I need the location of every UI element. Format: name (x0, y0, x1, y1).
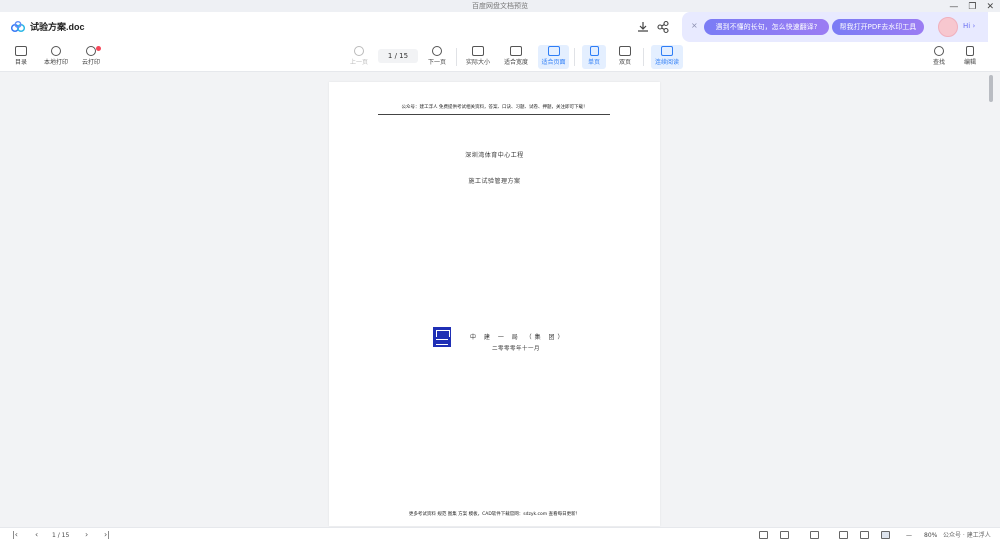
double-page-button[interactable]: 双页 (612, 45, 638, 69)
fit-width-icon (510, 46, 522, 56)
arrow-left-icon (354, 46, 364, 56)
assistant-greeting[interactable]: Hi › (963, 22, 975, 30)
edit-button[interactable]: 编辑 (956, 45, 984, 69)
search-button[interactable]: 查找 (925, 45, 953, 69)
plan-title: 施工试验管理方案 (468, 178, 521, 185)
next-page-button[interactable]: 下一页 (423, 45, 451, 69)
vertical-scrollbar[interactable] (988, 72, 1000, 526)
translate-suggestion-button[interactable]: 遇到不懂的长句，怎么快速翻译? (704, 19, 829, 35)
continuous-read-button[interactable]: 连续阅读 (651, 45, 683, 69)
pencil-icon (966, 46, 974, 56)
page-number-input[interactable]: 1 / 15 (378, 49, 418, 63)
toc-icon (15, 46, 27, 56)
main-toolbar: 目录 本地打印 云打印 上一页 下一页 实际大小 适合宽度 适合页面 单页 双页… (0, 42, 1000, 72)
double-view-icon[interactable] (780, 531, 789, 539)
zoom-out-icon[interactable]: — (906, 531, 912, 540)
local-print-label: 本地打印 (43, 59, 68, 66)
fit-width-button[interactable]: 适合宽度 (502, 45, 530, 69)
next-page-icon[interactable]: › (85, 530, 88, 540)
single-page-icon (589, 46, 599, 56)
actual-size-button[interactable]: 实际大小 (464, 45, 492, 69)
document-date: 二零零零年十一月 (492, 346, 541, 352)
search-label: 查找 (932, 59, 945, 66)
assistant-avatar[interactable] (938, 17, 958, 37)
fit-page-view-icon[interactable] (881, 531, 890, 539)
continuous-read-icon (661, 46, 673, 56)
local-print-button[interactable]: 本地打印 (42, 45, 70, 69)
first-page-icon[interactable]: |‹ (12, 530, 18, 540)
notification-dot (96, 46, 101, 51)
next-page-label: 下一页 (427, 59, 446, 66)
scrollbar-thumb[interactable] (989, 75, 993, 102)
cloud-printer-icon (86, 46, 96, 56)
toolbar-divider (456, 48, 457, 66)
project-name: 深圳湾体育中心工程 (465, 152, 524, 159)
single-page-label: 单页 (587, 59, 600, 66)
fit-width-view-icon[interactable] (860, 531, 869, 539)
continuous-view-icon[interactable] (810, 531, 819, 539)
edit-label: 编辑 (963, 59, 976, 66)
arrow-right-icon (432, 46, 442, 56)
double-page-icon (619, 46, 631, 56)
actual-size-icon (472, 46, 484, 56)
watermark-text: 公众号 · 建工浮人 (943, 532, 991, 539)
last-page-icon[interactable]: ›| (104, 530, 110, 540)
status-bar: |‹ ‹ 1 / 15 › ›| — 80% 公众号 · 建工浮人 (0, 527, 1000, 541)
window-title: 百度网盘文档预览 (472, 2, 528, 10)
continuous-read-label: 连续阅读 (654, 59, 679, 66)
actual-size-label: 实际大小 (465, 59, 490, 66)
fit-width-label: 适合宽度 (503, 59, 528, 66)
fit-page-icon (547, 46, 560, 56)
toc-button[interactable]: 目录 (7, 45, 35, 69)
page-header-text: 公众号：建工浮人 免费提供考试相关资料，答案、口诀、习题、试卷、押题，关注即可下… (401, 105, 588, 110)
baidu-netdisk-logo-icon (11, 21, 25, 33)
toc-label: 目录 (14, 59, 27, 66)
single-page-button[interactable]: 单页 (582, 45, 606, 69)
cloud-print-label: 云打印 (81, 59, 100, 66)
cloud-print-button[interactable]: 云打印 (77, 45, 105, 69)
company-logo-icon (433, 327, 451, 347)
fit-page-label: 适合页面 (541, 59, 566, 66)
prev-page-button[interactable]: 上一页 (345, 45, 373, 69)
page-footer-text: 更多考试资料 规范 图集 方案 模板，CAD软件下载官网：sdzyk.com 查… (408, 512, 581, 517)
fit-page-button[interactable]: 适合页面 (538, 45, 569, 69)
prev-page-label: 上一页 (349, 59, 368, 66)
double-page-label: 双页 (618, 59, 631, 66)
ai-promo-bar: × 遇到不懂的长句，怎么快速翻译? 帮我打开PDF去水印工具 Hi › (682, 12, 988, 42)
share-icon[interactable] (656, 20, 670, 34)
chevron-right-icon: › (972, 22, 976, 30)
prev-page-icon[interactable]: ‹ (35, 530, 38, 540)
download-icon[interactable] (636, 20, 650, 34)
page-header-rule (378, 114, 610, 115)
document-page: 公众号：建工浮人 免费提供考试相关资料，答案、口诀、习题、试卷、押题，关注即可下… (329, 82, 660, 526)
single-view-icon[interactable] (759, 531, 768, 539)
printer-icon (51, 46, 61, 56)
window-title-bar: 百度网盘文档预览 — ❐ ✕ (0, 0, 1000, 12)
document-title: 试验方案.doc (30, 22, 85, 32)
search-icon (934, 46, 944, 56)
zoom-level[interactable]: 80% (924, 531, 937, 540)
status-page-indicator: 1 / 15 (52, 532, 70, 539)
toolbar-divider (574, 48, 575, 66)
watermark-tool-button[interactable]: 帮我打开PDF去水印工具 (832, 19, 924, 35)
toolbar-divider (643, 48, 644, 66)
promo-close-icon[interactable]: × (691, 21, 698, 30)
actual-size-view-icon[interactable] (839, 531, 848, 539)
company-name: 中 建 一 局 （集 团） (470, 334, 567, 341)
